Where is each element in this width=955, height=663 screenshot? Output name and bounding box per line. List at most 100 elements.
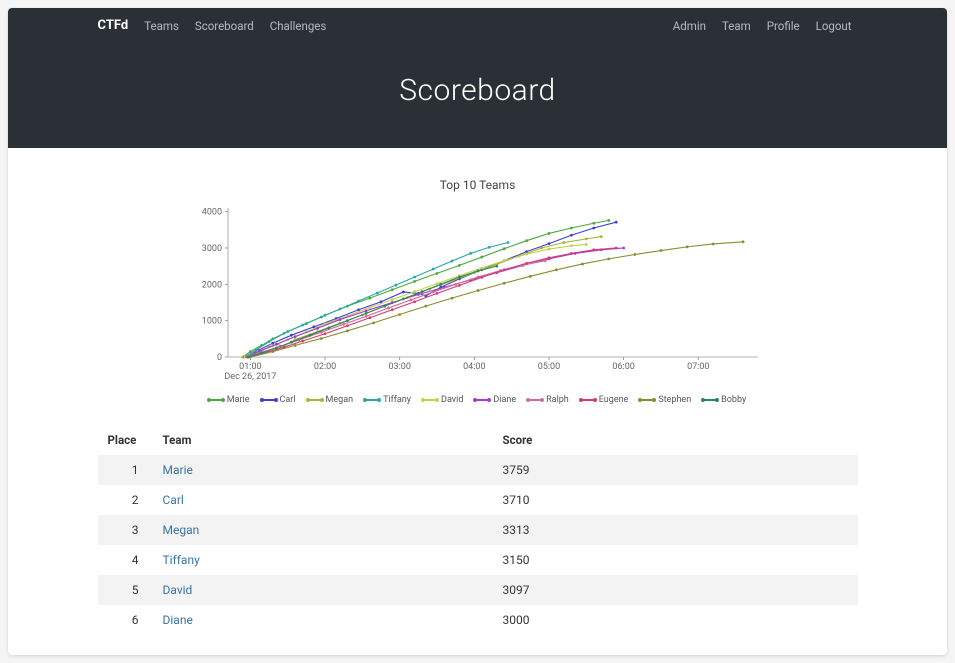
series-point <box>346 319 349 322</box>
cell-score: 3097 <box>493 575 858 605</box>
legend-swatch-icon <box>581 399 595 401</box>
legend-item[interactable]: Marie <box>209 395 250 405</box>
series-point <box>502 282 505 285</box>
chart-title: Top 10 Teams <box>98 178 858 192</box>
series-point <box>301 324 304 327</box>
col-header-place: Place <box>98 425 153 455</box>
series-point <box>246 356 249 359</box>
nav-link-scoreboard[interactable]: Scoreboard <box>189 15 260 37</box>
series-point <box>450 260 453 263</box>
svg-text:0: 0 <box>216 353 221 363</box>
nav-link-challenges[interactable]: Challenges <box>264 15 333 37</box>
table-row: 3 Megan 3313 <box>98 515 858 545</box>
legend-swatch-icon <box>703 399 717 401</box>
series-point <box>293 344 296 347</box>
nav-link-admin[interactable]: Admin <box>667 15 712 37</box>
series-point <box>368 316 371 319</box>
legend-swatch-icon <box>423 399 437 401</box>
series-point <box>614 221 617 224</box>
nav-link-team[interactable]: Team <box>716 15 757 37</box>
series-point <box>413 276 416 279</box>
nav-left: TeamsScoreboardChallenges <box>138 15 332 37</box>
cell-place: 6 <box>98 605 153 635</box>
series-point <box>543 259 546 262</box>
cell-place: 4 <box>98 545 153 575</box>
team-link[interactable]: David <box>163 583 193 597</box>
series-point <box>327 327 330 330</box>
series-point <box>525 262 528 265</box>
nav-link-profile[interactable]: Profile <box>761 15 806 37</box>
nav-link-logout[interactable]: Logout <box>810 15 858 37</box>
team-link[interactable]: Marie <box>163 463 193 477</box>
cell-place: 3 <box>98 515 153 545</box>
legend-item[interactable]: Carl <box>262 395 296 405</box>
svg-text:Dec 26, 2017: Dec 26, 2017 <box>224 372 276 382</box>
legend-item[interactable]: Stephen <box>640 395 691 405</box>
series-point <box>364 312 367 315</box>
legend-swatch-icon <box>475 399 489 401</box>
team-link[interactable]: Tiffany <box>163 553 200 567</box>
legend-swatch-icon <box>528 399 542 401</box>
series-point <box>540 247 543 250</box>
svg-text:06:00: 06:00 <box>612 362 634 372</box>
legend-item[interactable]: Ralph <box>528 395 569 405</box>
series-point <box>402 291 405 294</box>
series-point <box>260 352 263 355</box>
series-point <box>368 306 371 309</box>
cell-place: 1 <box>98 455 153 485</box>
team-link[interactable]: Megan <box>163 523 200 537</box>
series-point <box>338 308 341 311</box>
series-point <box>569 244 572 247</box>
series-point <box>584 237 587 240</box>
series-point <box>301 340 304 343</box>
series-point <box>495 265 498 268</box>
series-point <box>364 309 367 312</box>
col-header-team: Team <box>153 425 493 455</box>
table-row: 5David3097 <box>98 575 858 605</box>
series-point <box>319 316 322 319</box>
legend-item[interactable]: Diane <box>475 395 516 405</box>
series-point <box>607 219 610 222</box>
series-point <box>502 268 505 271</box>
cell-score: 3313 <box>493 515 858 545</box>
series-point <box>271 350 274 353</box>
legend-label: Marie <box>227 395 250 405</box>
legend-item[interactable]: Eugene <box>581 395 629 405</box>
series-point <box>435 272 438 275</box>
page-title: Scoreboard <box>8 73 947 108</box>
series-point <box>413 300 416 303</box>
team-link[interactable]: Diane <box>163 613 193 627</box>
cell-score: 3150 <box>493 545 858 575</box>
hero: Scoreboard <box>8 43 947 148</box>
scoreboard-body: 1Marie37592Carl37103Megan33134Tiffany315… <box>98 455 858 635</box>
legend-item[interactable]: Megan <box>308 395 354 405</box>
legend-swatch-icon <box>365 399 379 401</box>
series-point <box>316 327 319 330</box>
series-point <box>372 321 375 324</box>
cell-score: 3759 <box>493 455 858 485</box>
brand-logo[interactable]: CTFd <box>98 14 139 37</box>
chart-legend: Marie Carl Megan Tiffany David Diane Ralph Euge… <box>98 395 858 405</box>
series-point <box>480 256 483 259</box>
legend-swatch-icon <box>308 399 322 401</box>
series-point <box>506 241 509 244</box>
series-point <box>394 284 397 287</box>
series-point <box>435 282 438 285</box>
legend-label: Eugene <box>599 395 629 405</box>
scoreboard-table: Place Team Score 1Marie37592Carl37103Meg… <box>98 425 858 635</box>
series-point <box>569 234 572 237</box>
legend-label: Carl <box>280 395 296 405</box>
series-point <box>659 249 662 252</box>
score-chart[interactable]: 0100020003000400001:0002:0003:0004:0005:… <box>178 202 778 387</box>
legend-item[interactable]: Bobby <box>703 395 746 405</box>
legend-item[interactable]: Tiffany <box>365 395 411 405</box>
chart-wrap: 0100020003000400001:0002:0003:0004:0005:… <box>98 202 858 387</box>
nav-link-teams[interactable]: Teams <box>138 15 185 37</box>
series-point <box>469 252 472 255</box>
svg-text:03:00: 03:00 <box>388 362 410 372</box>
legend-item[interactable]: David <box>423 395 463 405</box>
team-link[interactable]: Carl <box>163 493 184 507</box>
series-point <box>458 276 461 279</box>
series-point <box>487 246 490 249</box>
series-point <box>685 245 688 248</box>
